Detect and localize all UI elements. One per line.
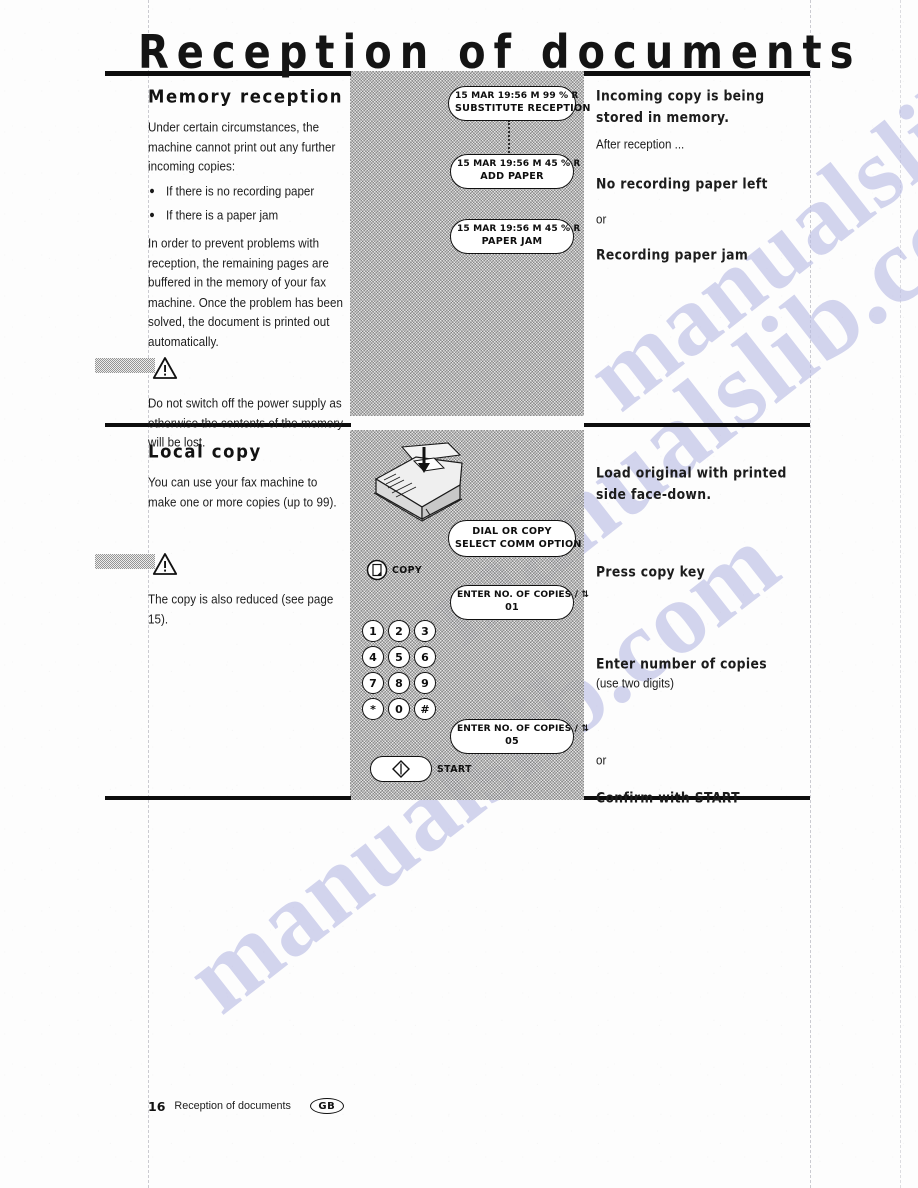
note-text: (use two digits): [596, 676, 674, 691]
notes-memory-reception: Incoming copy is being stored in memory.…: [596, 86, 812, 263]
keypad-key-9[interactable]: 9: [414, 672, 436, 694]
start-key-button[interactable]: [370, 756, 432, 782]
keypad-key-1[interactable]: 1: [362, 620, 384, 642]
warning-local-copy: The copy is also reduced (see page 15).: [95, 536, 344, 636]
section-memory-reception-text: Memory reception Under certain circumsta…: [148, 86, 344, 351]
list-item: If there is a paper jam: [148, 206, 344, 226]
lcd-message-line: ADD PAPER: [480, 171, 544, 182]
document-page: manualslib.com manualslib.com manualslib…: [0, 0, 918, 1188]
page-title: Reception of documents: [138, 26, 862, 80]
note-text: Confirm with START: [596, 789, 740, 807]
page-footer: 16 Reception of documents GB: [148, 1098, 344, 1114]
keypad-key-5[interactable]: 5: [388, 646, 410, 668]
lcd-message-line: SELECT COMM OPTION: [455, 539, 582, 550]
paragraph: You can use your fax machine to make one…: [148, 475, 337, 510]
keypad-key-6[interactable]: 6: [414, 646, 436, 668]
copies-icon: ⇅: [581, 724, 590, 734]
lcd-status-line: ENTER NO. OF COPIES / ⇅: [457, 590, 590, 600]
lcd-r-indicator-icon: R: [573, 224, 581, 234]
copy-key-label: COPY: [392, 564, 423, 576]
keypad-key-hash[interactable]: #: [414, 698, 436, 720]
keypad-key-8[interactable]: 8: [388, 672, 410, 694]
lcd-message-line: PAPER JAM: [481, 236, 543, 247]
lcd-r-indicator-icon: R: [573, 159, 581, 169]
lcd-status-line: 15 MAR 19:56 M 45 % R: [457, 224, 581, 234]
keypad-key-star[interactable]: *: [362, 698, 384, 720]
note-text: Press copy key: [596, 563, 706, 580]
section-local-copy-text: Local copy You can use your fax machine …: [148, 441, 344, 519]
notes-local-copy: Load original with printed side face-dow…: [596, 463, 812, 807]
keypad-key-4[interactable]: 4: [362, 646, 384, 668]
lcd-status-line: 15 MAR 19:56 M 45 % R: [457, 159, 581, 169]
warning-triangle-icon: [152, 357, 178, 379]
scan-guide-edge: [900, 0, 901, 1188]
list-item: If there is no recording paper: [148, 182, 344, 202]
section-rule-mid-right: [584, 423, 810, 427]
lcd-message-line: 01: [505, 602, 519, 613]
note-text: No recording paper left: [596, 175, 768, 193]
warning-triangle-icon: [152, 553, 178, 575]
bullet-list: If there is no recording paper If there …: [148, 182, 344, 224]
lcd-display-add-paper: 15 MAR 19:56 M 45 % R ADD PAPER: [450, 154, 581, 189]
note-text: or: [596, 753, 607, 769]
note-text: Recording paper jam: [596, 246, 749, 263]
start-key-label: START: [437, 763, 472, 775]
note-text: After reception ...: [596, 137, 685, 152]
lcd-status-line: ENTER NO. OF COPIES / ⇅: [457, 724, 590, 734]
warning-marker: [95, 552, 344, 582]
keypad-key-3[interactable]: 3: [414, 620, 436, 642]
lcd-message-line: 05: [505, 736, 519, 747]
keypad-key-2[interactable]: 2: [388, 620, 410, 642]
lcd-message-line: DIAL OR COPY: [472, 526, 552, 537]
warning-text: The copy is also reduced (see page 15).: [148, 592, 334, 627]
lcd-display-paper-jam: 15 MAR 19:56 M 45 % R PAPER JAM: [450, 219, 581, 254]
lcd-display-substitute-reception: 15 MAR 19:56 M 99 % R SUBSTITUTE RECEPTI…: [448, 86, 591, 121]
section-heading-memory-reception: Memory reception: [148, 86, 344, 107]
fax-machine-illustration: [362, 441, 474, 528]
note-text: or: [596, 211, 607, 227]
warning-marker: [95, 356, 344, 386]
keypad-key-0[interactable]: 0: [388, 698, 410, 720]
warning-gray-bar: [95, 358, 155, 373]
section-heading-local-copy: Local copy: [148, 441, 262, 462]
language-badge: GB: [309, 1098, 344, 1114]
lcd-status-line: 15 MAR 19:56 M 99 % R: [455, 91, 579, 101]
lcd-message-line: SUBSTITUTE RECEPTION: [455, 103, 591, 114]
numeric-keypad[interactable]: 1 2 3 4 5 6 7 8 9 * 0 #: [362, 620, 439, 723]
paragraph: In order to prevent problems with recept…: [148, 236, 344, 350]
lcd-display-enter-copies-05: ENTER NO. OF COPIES / ⇅ 05: [450, 719, 590, 754]
note-text: Incoming copy is being stored in memory.: [596, 87, 765, 125]
copy-icon: [366, 559, 388, 581]
section-rule-bottom-left: [105, 796, 351, 800]
page-number: 16: [148, 1098, 166, 1114]
lcd-r-indicator-icon: R: [571, 91, 579, 101]
lcd-display-enter-copies-01: ENTER NO. OF COPIES / ⇅ 01: [450, 585, 590, 620]
paragraph: Under certain circumstances, the machine…: [148, 120, 336, 175]
copies-icon: ⇅: [581, 590, 590, 600]
copy-key[interactable]: COPY: [366, 559, 422, 581]
warning-gray-bar: [95, 554, 155, 569]
keypad-key-7[interactable]: 7: [362, 672, 384, 694]
note-text: Enter number of copies: [596, 654, 767, 672]
footer-text: Reception of documents: [174, 1100, 291, 1112]
note-text: Load original with printed side face-dow…: [596, 464, 787, 502]
start-diamond-icon: [392, 760, 410, 778]
lcd-display-dial-or-copy: DIAL OR COPY SELECT COMM OPTION: [448, 520, 582, 557]
start-key[interactable]: START: [370, 756, 472, 782]
